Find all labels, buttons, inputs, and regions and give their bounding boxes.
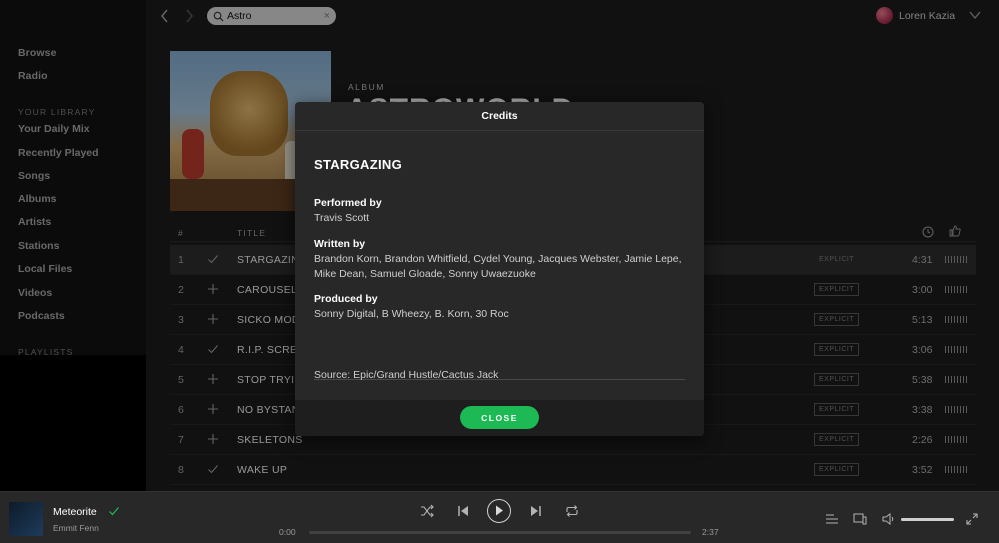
progress-bar[interactable] <box>309 531 691 534</box>
performed-by-value: Travis Scott <box>314 212 370 224</box>
modal-footer: CLOSE <box>295 400 704 436</box>
written-by-value: Brandon Korn, Brandon Whitfield, Cydel Y… <box>314 253 682 280</box>
play-button[interactable] <box>487 499 511 523</box>
now-playing-artist[interactable]: Emmit Fenn <box>53 523 99 533</box>
produced-by-value: Sonny Digital, B Wheezy, B. Korn, 30 Roc <box>314 308 509 320</box>
volume-icon[interactable] <box>882 512 896 526</box>
performed-by-label: Performed by <box>314 197 382 209</box>
saved-check-icon[interactable] <box>108 505 120 517</box>
credits-source: Source: Epic/Grand Hustle/Cactus Jack <box>314 369 499 381</box>
shuffle-icon[interactable] <box>420 504 434 518</box>
queue-icon[interactable] <box>825 512 839 526</box>
produced-by-label: Produced by <box>314 293 378 305</box>
close-button[interactable]: CLOSE <box>460 406 539 429</box>
now-playing-cover[interactable] <box>9 502 43 536</box>
now-playing-title[interactable]: Meteorite <box>53 506 97 518</box>
credits-track-name: STARGAZING <box>314 157 402 172</box>
repeat-icon[interactable] <box>565 504 579 518</box>
volume-slider[interactable] <box>901 518 954 521</box>
play-icon <box>496 505 503 516</box>
modal-title: Credits <box>295 102 704 131</box>
next-icon[interactable] <box>529 504 543 518</box>
volume-fill <box>901 518 954 521</box>
written-by-label: Written by <box>314 238 366 250</box>
fullscreen-icon[interactable] <box>965 512 979 526</box>
modal-body: STARGAZING Performed by Travis Scott Wri… <box>295 131 704 401</box>
previous-icon[interactable] <box>456 504 470 518</box>
elapsed-time: 0:00 <box>279 527 296 537</box>
credits-modal: Credits STARGAZING Performed by Travis S… <box>295 102 704 436</box>
total-time: 2:37 <box>702 527 719 537</box>
player-bar: Meteorite Emmit Fenn 0:00 2:37 <box>0 491 999 543</box>
devices-icon[interactable] <box>853 512 867 526</box>
